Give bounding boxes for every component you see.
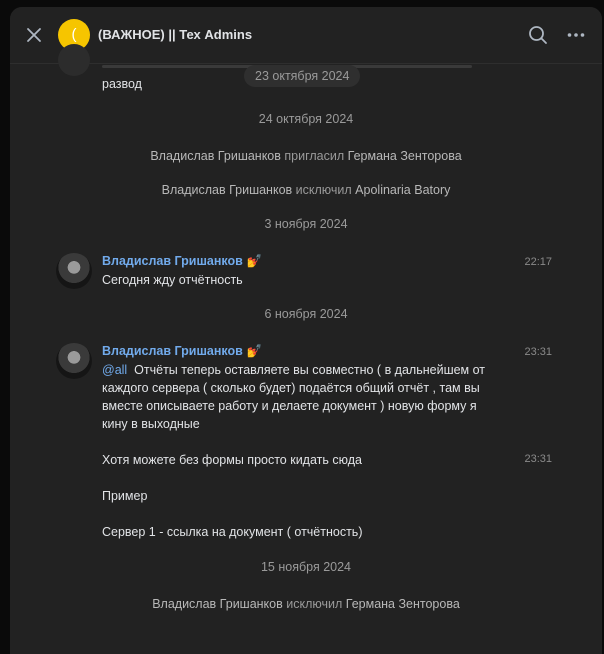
message-text: Пример	[102, 489, 148, 503]
close-button[interactable]	[24, 25, 44, 45]
author-name[interactable]: Владислав Гришанков	[102, 344, 243, 358]
message-line: Отчёты теперь оставляете вы совместно ( …	[134, 363, 486, 377]
floating-date-pill: 23 октября 2024	[244, 65, 361, 87]
date-separator: 3 ноября 2024	[264, 217, 348, 231]
event-action: исключил	[286, 597, 343, 611]
event-action: исключил	[295, 183, 352, 197]
service-event-invite: Владислав Гришанков пригласил Германа Зе…	[10, 149, 602, 163]
message-time[interactable]: 23:31	[524, 453, 552, 465]
more-icon	[567, 33, 585, 37]
service-event-kick: Владислав Гришанков исключил Apolinaria …	[10, 183, 602, 197]
message-author[interactable]: Владислав Гришанков 💅	[102, 254, 262, 269]
message-time[interactable]: 23:31	[524, 346, 552, 358]
message-text: Сегодня жду отчётность	[102, 273, 243, 287]
avatar[interactable]	[56, 343, 92, 379]
message-feed[interactable]: развод 23 октября 2024 24 октября 2024 В…	[10, 44, 602, 654]
author-name[interactable]: Владислав Гришанков	[102, 254, 243, 268]
chat-header: ( (ВАЖНОЕ) || Тех Admins	[10, 7, 602, 64]
message-line: каждого сервера ( сколько будет) подаётс…	[102, 381, 480, 395]
avatar[interactable]	[56, 253, 92, 289]
event-target[interactable]: Германа Зенторова	[346, 597, 460, 611]
event-actor[interactable]: Владислав Гришанков	[152, 597, 283, 611]
search-icon	[529, 26, 547, 44]
message-line: кину в выходные	[102, 417, 200, 431]
nail-polish-icon: 💅	[246, 344, 263, 358]
service-event-kick: Владислав Гришанков исключил Германа Зен…	[10, 597, 602, 611]
date-separator: 15 ноября 2024	[260, 560, 352, 574]
message-author[interactable]: Владислав Гришанков 💅	[102, 344, 262, 359]
date-separator: 6 ноября 2024	[264, 307, 348, 321]
mention-link[interactable]: @all	[102, 363, 127, 377]
message-text: @all Отчёты теперь оставляете вы совмест…	[102, 361, 485, 379]
message-line: вместе описываете работу и делаете докум…	[102, 399, 477, 413]
event-actor[interactable]: Владислав Гришанков	[162, 183, 293, 197]
avatar[interactable]	[58, 44, 90, 76]
message-time[interactable]: 22:17	[524, 256, 552, 268]
search-button[interactable]	[528, 25, 548, 45]
close-icon	[27, 28, 41, 42]
date-separator: 24 октября 2024	[258, 112, 354, 126]
event-target[interactable]: Apolinaria Batory	[355, 183, 450, 197]
event-action: пригласил	[284, 149, 345, 163]
chat-window: ( (ВАЖНОЕ) || Тех Admins развод 23 октяб…	[10, 7, 602, 654]
event-actor[interactable]: Владислав Гришанков	[150, 149, 281, 163]
more-button[interactable]	[566, 25, 586, 45]
message-text: Хотя можете без формы просто кидать сюда	[102, 453, 362, 467]
event-target[interactable]: Германа Зенторова	[348, 149, 462, 163]
message-text: Сервер 1 - ссылка на документ ( отчётнос…	[102, 525, 363, 539]
nail-polish-icon: 💅	[246, 254, 263, 268]
partial-message-text: развод	[102, 77, 142, 91]
chat-title[interactable]: (ВАЖНОЕ) || Тех Admins	[98, 27, 252, 42]
